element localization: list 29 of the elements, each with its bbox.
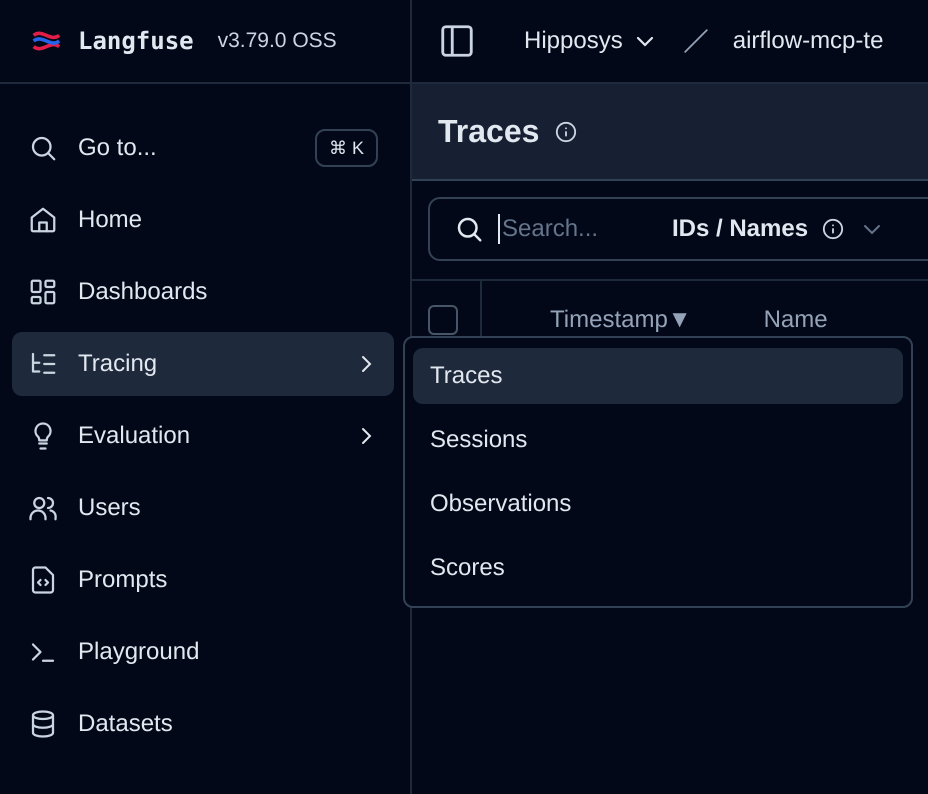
page-title: Traces [438,113,540,150]
sidebar-item[interactable]: Datasets [12,692,394,756]
sidebar-item[interactable]: Prompts [12,548,394,612]
submenu-item[interactable]: Scores [413,540,903,596]
sidebar-item[interactable]: Tracing [12,332,394,396]
version-label: v3.79.0 OSS [218,29,337,53]
search-bar[interactable]: Search... IDs / Names [428,197,928,261]
column-header[interactable]: Timestamp▼ [550,306,692,334]
sidebar-item[interactable]: Dashboards [12,260,394,324]
column-header[interactable]: Name [764,306,828,334]
submenu-item[interactable]: Sessions [413,412,903,468]
sidebar-item[interactable]: Users [12,476,394,540]
organization-selector[interactable]: Hipposys [524,27,623,55]
project-selector[interactable]: airflow-mcp-te [732,27,884,55]
home-icon [28,205,58,235]
info-icon[interactable] [555,120,578,142]
separator-icon [682,28,709,54]
sidebar-item[interactable]: Evaluation [12,404,394,468]
brand-name: Langfuse [78,27,194,55]
search-input[interactable]: Search... [498,214,654,244]
sidebar-item[interactable]: Go to... ⌘ K [12,116,394,180]
search-mode-selector[interactable]: IDs / Names [672,215,808,243]
shortcut-key: ⌘ K [314,129,378,167]
submenu-item[interactable]: Traces [413,348,903,404]
dashboard-icon [28,277,58,307]
sidebar-item[interactable]: Home [12,188,394,252]
info-icon[interactable] [822,218,844,240]
sidebar-item[interactable]: Playground [12,620,394,684]
submenu-item[interactable]: Observations [413,476,903,532]
